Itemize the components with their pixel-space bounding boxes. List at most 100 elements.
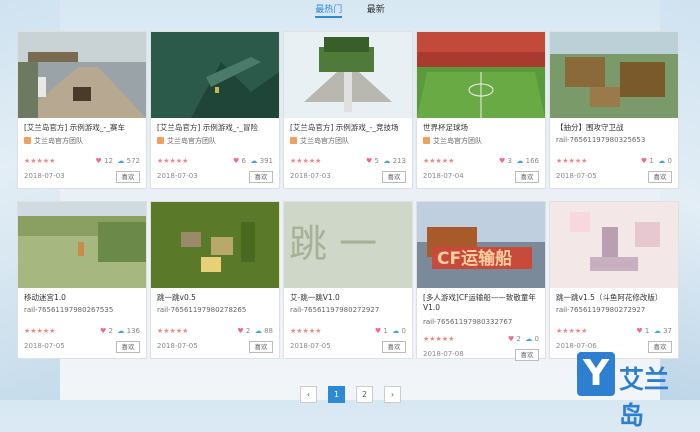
game-thumbnail[interactable]: 跳 一 <box>284 202 412 288</box>
game-card[interactable]: 移动迷宫1.0 rail-76561197980267535 ★★★★★ ♥ 2 ☁ … <box>17 201 147 359</box>
brand-logo: Y 艾兰岛 <box>577 352 692 430</box>
heart-icon: ♥ <box>636 327 643 335</box>
likes-count: 6 <box>241 157 246 165</box>
likes-count: 3 <box>507 157 512 165</box>
official-badge-icon <box>290 137 297 144</box>
game-card[interactable]: [艾兰岛官方] 示例游戏_-_冒险 艾兰岛官方团队 ★★★★★ ♥ 6 ☁ 391 20… <box>150 31 280 189</box>
svg-text:CF运输船: CF运输船 <box>437 248 512 269</box>
like-button[interactable]: 喜欢 <box>515 349 539 361</box>
publish-date: 2018-07-05 <box>157 342 198 350</box>
game-thumbnail[interactable] <box>550 32 678 118</box>
pagination-page-1[interactable]: 1 <box>328 386 345 403</box>
game-title[interactable]: 跳一跳v0.5 <box>157 293 277 303</box>
heart-icon: ♥ <box>374 327 382 335</box>
game-title[interactable]: [多人游戏]CF运输船——致敬童年V1.0 <box>423 293 543 313</box>
game-card[interactable]: 跳 一艾-跳一跳V1.0 rail-76561197980272927 ★★★★★ ♥… <box>283 201 413 359</box>
official-badge-icon <box>24 137 31 144</box>
game-thumbnail[interactable] <box>18 32 146 118</box>
rating-stars: ★★★★★ <box>556 327 588 335</box>
game-card[interactable]: [艾兰岛官方] 示例游戏_-_竞技场 艾兰岛官方团队 ★★★★★ ♥ 5 ☁ 213 2… <box>283 31 413 189</box>
tab-hot[interactable]: 最热门 <box>315 2 343 18</box>
pagination-prev-button[interactable]: ‹ <box>300 386 317 403</box>
like-button[interactable]: 喜欢 <box>648 171 672 183</box>
likes-count: 2 <box>245 327 251 335</box>
game-title[interactable]: 艾-跳一跳V1.0 <box>290 293 410 303</box>
downloads-count: 572 <box>126 157 140 165</box>
downloads-count: 136 <box>126 327 140 335</box>
game-thumbnail[interactable]: CF运输船 <box>417 202 545 288</box>
heart-icon: ♥ <box>365 157 373 165</box>
card-stats: ♥ 2 ☁ 136 <box>100 327 140 335</box>
game-title[interactable]: [艾兰岛官方] 示例游戏_-_赛车 <box>24 123 144 133</box>
game-card[interactable]: 跳一跳v0.5 rail-76561197980278265 ★★★★★ ♥ 2 ☁ … <box>150 201 280 359</box>
heart-icon: ♥ <box>95 157 102 165</box>
card-stats: ♥ 6 ☁ 391 <box>233 157 273 165</box>
game-card[interactable]: 跳一跳v1.5（斗鱼阿花修改版） rail-76561197980272927 ★★… <box>549 201 679 359</box>
game-title[interactable]: 世界杯足球场 <box>423 123 543 133</box>
game-author: 艾兰岛官方团队 <box>24 136 83 146</box>
cloud-download-icon: ☁ <box>383 157 391 165</box>
author-name: 艾兰岛官方团队 <box>34 137 83 145</box>
game-thumbnail[interactable] <box>550 202 678 288</box>
game-card[interactable]: [艾兰岛官方] 示例游戏_-_赛车 艾兰岛官方团队 ★★★★★ ♥ 12 ☁ 572 2… <box>17 31 147 189</box>
like-button[interactable]: 喜欢 <box>116 171 140 183</box>
pagination-page-2[interactable]: 2 <box>356 386 373 403</box>
downloads-count: 88 <box>264 327 273 335</box>
cloud-download-icon: ☁ <box>653 327 661 335</box>
like-button[interactable]: 喜欢 <box>515 171 539 183</box>
card-stats: ♥ 1 ☁ 37 <box>636 327 672 335</box>
rating-stars: ★★★★★ <box>157 327 189 335</box>
game-title[interactable]: 【抽分】围攻守卫战 <box>556 123 676 133</box>
author-name: 艾兰岛官方团队 <box>300 137 349 145</box>
game-title[interactable]: 跳一跳v1.5（斗鱼阿花修改版） <box>556 293 676 303</box>
game-thumbnail[interactable] <box>284 32 412 118</box>
game-author: rail-76561197980278265 <box>157 306 246 314</box>
game-title[interactable]: 移动迷宫1.0 <box>24 293 144 303</box>
card-stats: ♥ 2 ☁ 88 <box>237 327 273 335</box>
game-card[interactable]: 世界杯足球场 艾兰岛官方团队 ★★★★★ ♥ 3 ☁ 166 2018-07-04 喜欢 <box>416 31 546 189</box>
game-author: rail-76561197980272927 <box>290 306 379 314</box>
svg-text:跳 一: 跳 一 <box>289 222 377 266</box>
pagination-next-button[interactable]: › <box>384 386 401 403</box>
card-stats: ♥ 1 ☁ 0 <box>375 327 406 335</box>
game-thumbnail[interactable] <box>151 32 279 118</box>
like-button[interactable]: 喜欢 <box>382 341 406 353</box>
tab-latest[interactable]: 最新 <box>367 2 385 17</box>
card-stats: ♥ 5 ☁ 213 <box>366 157 406 165</box>
heart-icon: ♥ <box>498 157 506 165</box>
game-thumbnail[interactable] <box>417 32 545 118</box>
rating-stars: ★★★★★ <box>556 157 588 165</box>
likes-count: 5 <box>374 157 379 165</box>
rating-stars: ★★★★★ <box>24 157 56 165</box>
official-badge-icon <box>157 137 164 144</box>
game-card[interactable]: 【抽分】围攻守卫战 rail-76561197980325653 ★★★★★ ♥ 1 … <box>549 31 679 189</box>
cloud-download-icon: ☁ <box>516 157 524 165</box>
likes-count: 2 <box>108 327 113 335</box>
game-card[interactable]: CF运输船 [多人游戏]CF运输船——致敬童年V1.0 rail-765611979… <box>416 201 546 361</box>
rating-stars: ★★★★★ <box>290 327 322 335</box>
likes-count: 1 <box>644 327 650 335</box>
card-stats: ♥ 3 ☁ 166 <box>499 157 539 165</box>
like-button[interactable]: 喜欢 <box>249 171 273 183</box>
game-author: rail-76561197980325653 <box>556 136 645 144</box>
game-author: rail-76561197980267535 <box>24 306 113 314</box>
card-stats: ♥ 1 ☁ 0 <box>641 157 672 165</box>
likes-count: 1 <box>649 157 654 165</box>
author-name: rail-76561197980332767 <box>423 318 513 326</box>
game-title[interactable]: [艾兰岛官方] 示例游戏_-_冒险 <box>157 123 277 133</box>
game-thumbnail[interactable] <box>151 202 279 288</box>
downloads-count: 0 <box>401 327 406 335</box>
author-name: 艾兰岛官方团队 <box>167 137 216 145</box>
author-name: rail-76561197980272927 <box>556 306 646 314</box>
author-name: rail-76561197980267535 <box>24 306 114 314</box>
publish-date: 2018-07-04 <box>423 172 464 180</box>
like-button[interactable]: 喜欢 <box>249 341 273 353</box>
logo-letter: Y <box>577 352 615 396</box>
publish-date: 2018-07-06 <box>556 342 597 350</box>
logo-text: 艾兰岛 <box>619 365 670 430</box>
like-button[interactable]: 喜欢 <box>382 171 406 183</box>
game-title[interactable]: [艾兰岛官方] 示例游戏_-_竞技场 <box>290 123 410 133</box>
likes-count: 12 <box>104 157 113 165</box>
like-button[interactable]: 喜欢 <box>116 341 140 353</box>
game-thumbnail[interactable] <box>18 202 146 288</box>
